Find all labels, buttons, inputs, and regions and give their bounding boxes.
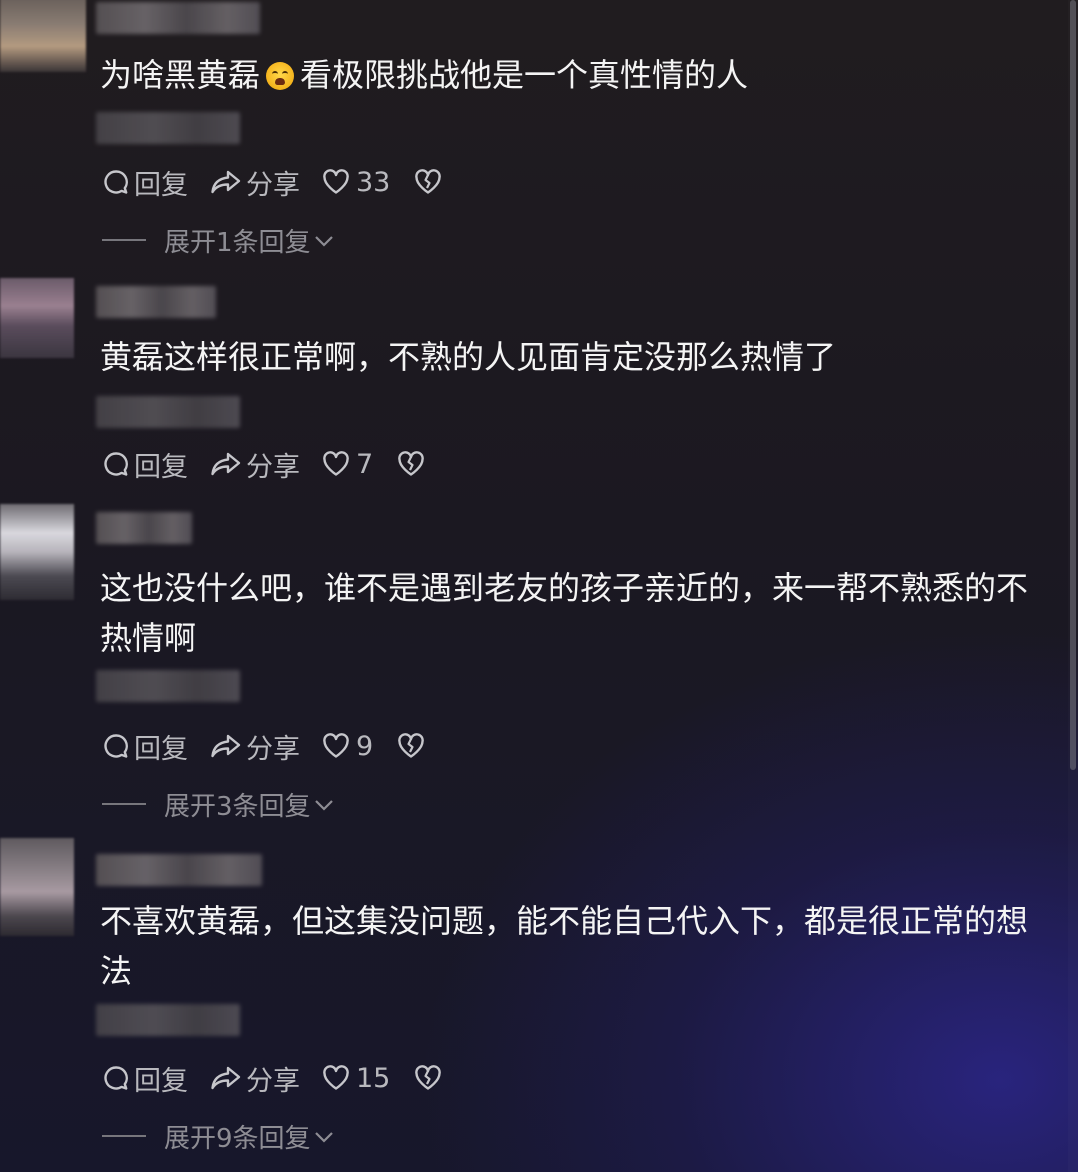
username-blurred[interactable] — [96, 2, 260, 34]
chevron-down-icon — [314, 1132, 333, 1143]
share-arrow-icon — [211, 1066, 241, 1090]
username-blurred[interactable] — [96, 286, 216, 318]
comment-meta-blurred — [96, 396, 240, 428]
heart-icon — [323, 451, 349, 476]
chevron-down-icon — [314, 800, 333, 811]
like-button[interactable]: 33 — [322, 167, 390, 198]
like-count: 9 — [356, 730, 374, 762]
share-label: 分享 — [246, 451, 300, 483]
comment-actions: 回复 分享 9 — [102, 727, 447, 766]
like-button[interactable]: 7 — [322, 449, 373, 480]
share-label: 分享 — [246, 1065, 300, 1097]
comment-actions: 回复 分享 7 — [102, 445, 447, 484]
dislike-button[interactable] — [414, 1065, 442, 1091]
share-label: 分享 — [246, 169, 300, 201]
comment-meta-blurred — [96, 112, 240, 144]
comment-text: 为啥黑黄磊 看极限挑战他是一个真性情的人 — [100, 50, 1050, 100]
avatar[interactable] — [0, 504, 74, 600]
comment-text: 黄磊这样很正常啊，不熟的人见面肯定没那么热情了 — [100, 338, 837, 376]
broken-heart-icon — [415, 169, 442, 194]
divider — [102, 803, 146, 805]
username-blurred[interactable] — [96, 512, 192, 544]
heart-icon — [323, 1065, 349, 1090]
share-button[interactable]: 分享 — [210, 445, 300, 484]
reply-bubble-icon — [104, 170, 128, 194]
expand-replies-button[interactable]: 展开3条回复 — [102, 788, 335, 822]
reply-button[interactable]: 回复 — [102, 727, 188, 766]
dislike-button[interactable] — [397, 451, 425, 477]
comment-text: 不喜欢黄磊，但这集没问题，能不能自己代入下，都是很正常的想法 — [100, 902, 1029, 990]
reply-bubble-icon — [104, 1066, 128, 1090]
comment-text-part: 为啥黑黄磊 — [100, 56, 261, 94]
scrollbar-thumb[interactable] — [1070, 0, 1076, 770]
expand-replies-button[interactable]: 展开9条回复 — [102, 1120, 335, 1154]
divider — [102, 239, 146, 241]
dislike-button[interactable] — [397, 733, 425, 759]
avatar[interactable] — [0, 278, 74, 358]
like-count: 15 — [356, 1062, 391, 1094]
divider — [102, 1135, 146, 1137]
comment-text-part: 看极限挑战他是一个真性情的人 — [300, 56, 749, 94]
reply-label: 回复 — [134, 451, 188, 483]
like-button[interactable]: 15 — [322, 1063, 390, 1094]
like-count: 7 — [356, 448, 374, 480]
expand-replies-label: 展开9条回复 — [164, 1123, 311, 1154]
share-label: 分享 — [246, 733, 300, 765]
share-button[interactable]: 分享 — [210, 163, 300, 202]
like-button[interactable]: 9 — [322, 731, 373, 762]
comment-actions: 回复 分享 15 — [102, 1059, 464, 1098]
broken-heart-icon — [398, 451, 424, 476]
comment-text: 这也没什么吧，谁不是遇到老友的孩子亲近的，来一帮不熟悉的不热情啊 — [100, 569, 1029, 657]
expand-replies-button[interactable]: 展开1条回复 — [102, 224, 335, 258]
reply-button[interactable]: 回复 — [102, 445, 188, 484]
comment-actions: 回复 分享 33 — [102, 163, 464, 202]
avatar[interactable] — [0, 838, 74, 936]
chevron-down-icon — [314, 236, 333, 247]
comment-meta-blurred — [96, 670, 240, 702]
reply-bubble-icon — [104, 734, 128, 758]
broken-heart-icon — [415, 1065, 442, 1090]
scrollbar-track[interactable] — [1068, 0, 1078, 1172]
share-button[interactable]: 分享 — [210, 1059, 300, 1098]
username-blurred[interactable] — [96, 854, 262, 886]
like-count: 33 — [356, 166, 391, 198]
share-arrow-icon — [211, 170, 241, 194]
reply-label: 回复 — [134, 733, 188, 765]
reply-button[interactable]: 回复 — [102, 1059, 188, 1098]
heart-icon — [323, 733, 349, 758]
comment-meta-blurred — [96, 1004, 240, 1036]
share-button[interactable]: 分享 — [210, 727, 300, 766]
reply-label: 回复 — [134, 169, 188, 201]
expand-replies-label: 展开3条回复 — [164, 791, 311, 822]
reply-bubble-icon — [104, 452, 128, 476]
dislike-button[interactable] — [414, 169, 442, 195]
heart-icon — [323, 169, 349, 194]
expand-replies-label: 展开1条回复 — [164, 227, 311, 258]
reply-label: 回复 — [134, 1065, 188, 1097]
reply-button[interactable]: 回复 — [102, 163, 188, 202]
broken-heart-icon — [398, 733, 424, 758]
crying-laughing-emoji-icon — [266, 62, 295, 90]
avatar[interactable] — [0, 0, 86, 72]
share-arrow-icon — [211, 452, 241, 476]
share-arrow-icon — [211, 734, 241, 758]
